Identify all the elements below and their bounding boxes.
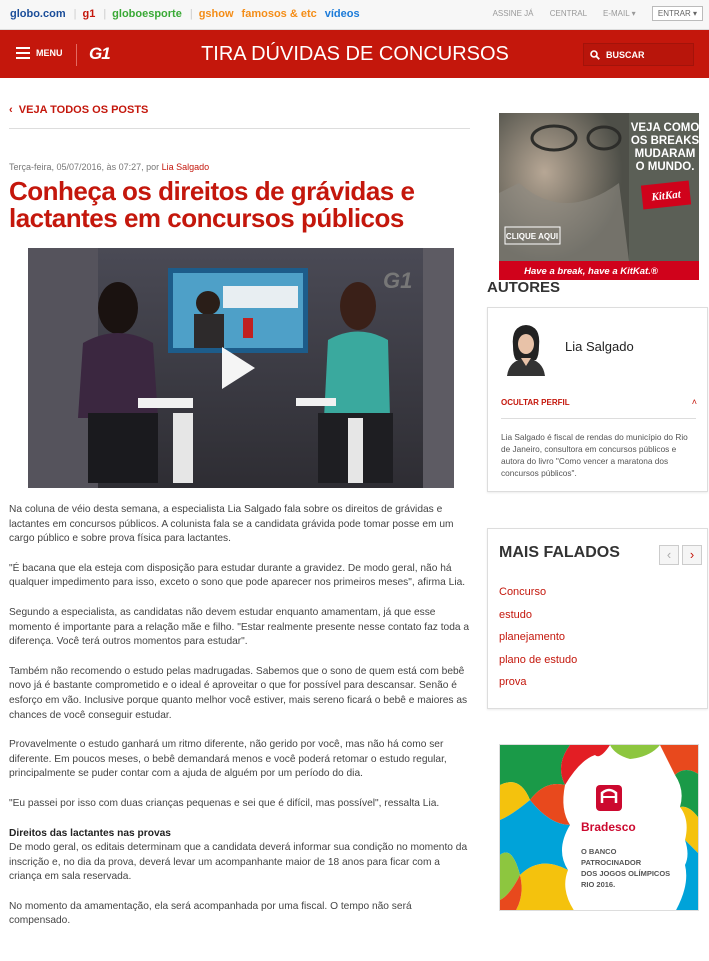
paragraph: Provavelmente o estudo ganhará um ritmo … [9, 739, 447, 780]
subheading: Direitos das lactantes nas provas [9, 827, 171, 839]
hamburger-icon [16, 47, 30, 59]
tag-link[interactable]: planejamento [499, 631, 577, 654]
link-globo-com[interactable]: globo.com [10, 8, 66, 20]
login-button[interactable]: ENTRAR ▾ [651, 6, 703, 21]
author-bio: Lia Salgado é fiscal de rendas do municí… [501, 432, 688, 478]
separator: | [189, 8, 193, 20]
link-videos[interactable]: vídeos [325, 8, 360, 20]
account-links: ASSINE JÁ CENTRAL E-MAIL ▾ ENTRAR ▾ [479, 6, 703, 21]
ad-headline: VEJA COMO OS BREAKS MUDARAM O MUNDO. [631, 122, 699, 173]
bradesco-ad-art: Bradesco O BANCO PATROCINADOR DOS JOGOS OL… [500, 745, 698, 910]
link-gshow[interactable]: gshow [199, 8, 234, 20]
kitkat-ad-art: VEJA COMO OS BREAKS MUDARAM O MUNDO. KitKat… [499, 113, 699, 280]
bradesco-ad[interactable]: Bradesco O BANCO PATROCINADOR DOS JOGOS OL… [499, 744, 699, 911]
tag-link[interactable]: plano de estudo [499, 654, 577, 677]
paragraph: Também não recomendo o estudo pelas madr… [9, 665, 468, 721]
blog-title[interactable]: TIRA DÚVIDAS DE CONCURSOS [140, 43, 570, 66]
menu-button[interactable]: MENU [16, 47, 63, 59]
link-central[interactable]: CENTRAL [550, 9, 587, 18]
separator: | [73, 8, 77, 20]
post-title: Conheça os direitos de grávidas e lactan… [9, 176, 415, 233]
chevron-left-icon: ‹ [9, 104, 19, 116]
post-meta: Terça-feira, 05/07/2016, às 07:27, por L… [9, 162, 209, 172]
link-globoesporte[interactable]: globoesporte [112, 8, 182, 20]
back-to-posts-link[interactable]: ‹ VEJA TODOS OS POSTS [9, 104, 148, 116]
back-label: VEJA TODOS OS POSTS [18, 104, 149, 116]
link-g1[interactable]: g1 [82, 8, 95, 20]
paragraph-text: De modo geral, os editais determinam que… [9, 842, 468, 883]
search-input[interactable]: BUSCAR [583, 43, 694, 66]
link-famosos[interactable]: famosos & etc [242, 8, 317, 20]
tag-link[interactable]: estudo [499, 609, 577, 632]
post-author-link[interactable]: Lia Salgado [162, 162, 210, 172]
divider [501, 418, 696, 419]
header-divider [76, 44, 77, 66]
globo-top-bar: globo.com | g1 | globoesporte | gshow famosos &… [0, 0, 709, 30]
play-icon[interactable] [213, 345, 259, 391]
menu-label: MENU [36, 48, 63, 58]
mais-falados-heading: MAIS FALADOS [499, 544, 620, 561]
post-date: Terça-feira, 05/07/2016, às 07:27, por [9, 162, 162, 172]
section-paragraph: Direitos das lactantes nas provas De mod… [9, 827, 471, 885]
author-name[interactable]: Lia Salgado [565, 339, 634, 354]
divider [9, 128, 470, 129]
video-player[interactable]: G1 [28, 248, 454, 488]
previous-button[interactable]: ‹ [659, 545, 679, 565]
search-icon [590, 49, 600, 60]
hide-profile-toggle[interactable]: OCULTAR PERFIL [501, 398, 570, 407]
tag-link[interactable]: prova [499, 676, 577, 699]
paragraph: No momento da amamentação, ela será acom… [9, 900, 412, 927]
ad-cta[interactable]: CLIQUE AQUI [506, 232, 558, 241]
ad-slogan: Have a break, have a KitKat.® [524, 266, 658, 277]
paragraph: Segundo a especialista, as candidatas nã… [9, 606, 470, 648]
video-watermark: G1 [383, 268, 412, 293]
link-assine[interactable]: ASSINE JÁ [493, 9, 534, 18]
next-button[interactable]: › [682, 545, 702, 565]
paragraph: "É bacana que ela esteja com disposição … [9, 562, 466, 589]
article-body: Na coluna de véio desta semana, a especi… [9, 503, 471, 944]
link-email[interactable]: E-MAIL ▾ [603, 9, 636, 18]
author-avatar[interactable] [503, 320, 549, 376]
paragraph: "Eu passei por isso com duas crianças pe… [9, 797, 440, 809]
site-header: MENU G1 TIRA DÚVIDAS DE CONCURSOS BUSCAR [0, 30, 709, 78]
paragraph: Na coluna de véio desta semana, a especi… [9, 504, 454, 545]
autores-heading: AUTORES [487, 279, 561, 296]
ad-text: O BANCO PATROCINADOR DOS JOGOS OLÍMPICOS RI… [581, 847, 670, 889]
globo-network-links: globo.com | g1 | globoesporte | gshow famosos &… [10, 8, 368, 20]
kitkat-ad[interactable]: VEJA COMO OS BREAKS MUDARAM O MUNDO. KitKat… [499, 113, 699, 280]
chevron-up-icon[interactable]: ˄ [692, 397, 697, 407]
tag-list: Concurso estudo planejamento plano de es… [499, 586, 577, 699]
search-label: BUSCAR [606, 49, 645, 60]
mais-falados-widget: MAIS FALADOS ‹ › Concurso estudo planeja… [487, 528, 708, 709]
tag-link[interactable]: Concurso [499, 586, 577, 609]
author-card: Lia Salgado OCULTAR PERFIL ˄ Lia Salgado… [487, 307, 708, 492]
bradesco-logo: Bradesco [581, 820, 636, 834]
separator: | [103, 8, 107, 20]
g1-logo[interactable]: G1 [89, 44, 111, 64]
